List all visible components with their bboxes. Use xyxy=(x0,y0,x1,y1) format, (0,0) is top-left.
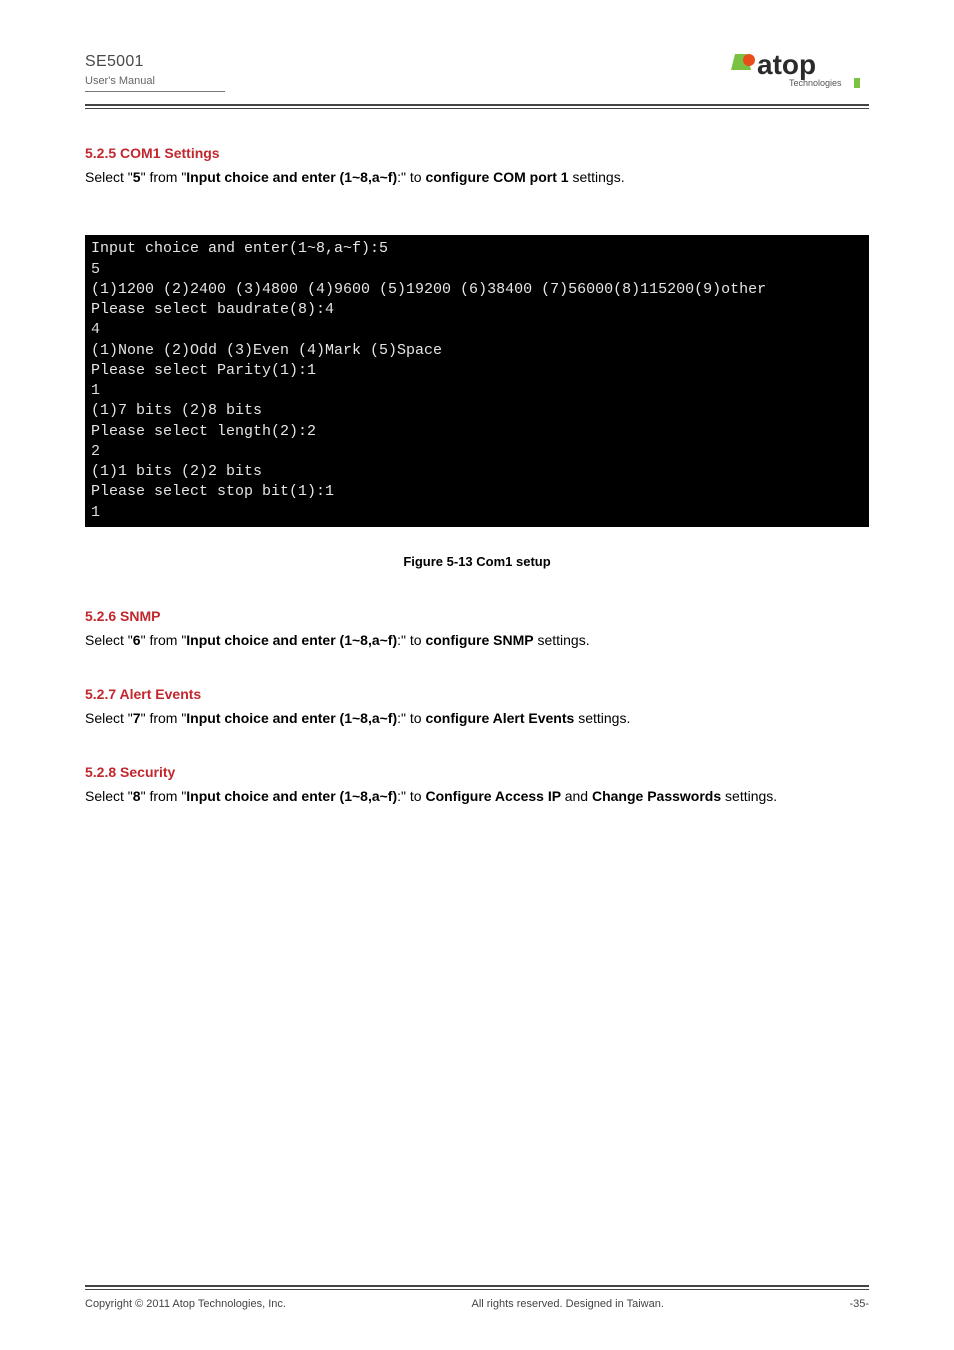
header-rule xyxy=(85,104,869,109)
product-name: SE5001 xyxy=(85,53,225,71)
term-line: Please select length(2):2 xyxy=(91,423,316,440)
prompt-text: Input choice and enter (1~8,a~f) xyxy=(186,788,397,804)
text-fragment: Select " xyxy=(85,169,133,185)
page-container: SE5001 User's Manual atop Technologies 5… xyxy=(0,0,954,1350)
action-text: configure COM port 1 xyxy=(425,169,568,185)
svg-text:atop: atop xyxy=(757,50,816,80)
prompt-text: Input choice and enter (1~8,a~f) xyxy=(186,632,397,648)
term-line: 2 xyxy=(91,443,100,460)
term-line: (1)None (2)Odd (3)Even (4)Mark (5)Space xyxy=(91,342,442,359)
page-header: SE5001 User's Manual atop Technologies xyxy=(85,50,869,92)
term-line: Input choice and enter(1~8,a~f):5 xyxy=(91,240,388,257)
section-heading: 5.2.6 SNMP xyxy=(85,608,869,624)
text-fragment: " from " xyxy=(141,710,187,726)
text-fragment: settings. xyxy=(574,710,630,726)
term-line: Please select stop bit(1):1 xyxy=(91,483,334,500)
copyright-text: Copyright © 2011 Atop Technologies, Inc. xyxy=(85,1298,286,1310)
text-fragment: " from " xyxy=(141,169,187,185)
term-line: (1)7 bits (2)8 bits xyxy=(91,402,262,419)
section-heading: 5.2.5 COM1 Settings xyxy=(85,145,869,161)
action-text: configure Alert Events xyxy=(425,710,574,726)
body-text: Select "6" from "Input choice and enter … xyxy=(85,630,869,650)
text-fragment: :" to xyxy=(397,169,425,185)
text-fragment: :" to xyxy=(397,788,425,804)
action-text: configure SNMP xyxy=(425,632,533,648)
page-footer: Copyright © 2011 Atop Technologies, Inc.… xyxy=(85,1285,869,1310)
text-fragment: settings. xyxy=(721,788,777,804)
page-number: -35- xyxy=(849,1298,869,1310)
text-fragment: and xyxy=(565,788,592,804)
footer-row: Copyright © 2011 Atop Technologies, Inc.… xyxy=(85,1298,869,1310)
manual-label: User's Manual xyxy=(85,75,225,87)
text-fragment: settings. xyxy=(569,169,625,185)
option-number: 5 xyxy=(133,169,141,185)
term-line: Please select baudrate(8):4 xyxy=(91,301,334,318)
text-fragment: :" to xyxy=(397,710,425,726)
terminal-output: Input choice and enter(1~8,a~f):5 5 (1)1… xyxy=(85,235,869,527)
body-text: Select "5" from "Input choice and enter … xyxy=(85,167,869,187)
atop-logo-icon: atop Technologies xyxy=(729,50,869,92)
text-fragment: Select " xyxy=(85,710,133,726)
term-line: Please select Parity(1):1 xyxy=(91,362,316,379)
section-heading: 5.2.8 Security xyxy=(85,764,869,780)
body-text: Select "7" from "Input choice and enter … xyxy=(85,708,869,728)
brand-logo: atop Technologies xyxy=(729,50,869,92)
section-heading: 5.2.7 Alert Events xyxy=(85,686,869,702)
svg-text:Technologies: Technologies xyxy=(789,78,842,88)
action-text: Configure Access IP xyxy=(425,788,564,804)
header-left-block: SE5001 User's Manual xyxy=(85,53,225,92)
text-fragment: settings. xyxy=(534,632,590,648)
term-line: 1 xyxy=(91,382,100,399)
footer-rule xyxy=(85,1285,869,1290)
text-fragment: " from " xyxy=(141,788,187,804)
term-line: 4 xyxy=(91,321,100,338)
action-text: Change Passwords xyxy=(592,788,721,804)
section-security: 5.2.8 Security Select "8" from "Input ch… xyxy=(85,758,869,806)
section-com1: 5.2.5 COM1 Settings Select "5" from "Inp… xyxy=(85,139,869,187)
option-number: 8 xyxy=(133,788,141,804)
term-line: 1 xyxy=(91,504,100,521)
section-alert: 5.2.7 Alert Events Select "7" from "Inpu… xyxy=(85,680,869,728)
term-line: (1)1200 (2)2400 (3)4800 (4)9600 (5)19200… xyxy=(91,281,766,298)
text-fragment: " from " xyxy=(141,632,187,648)
option-number: 6 xyxy=(133,632,141,648)
figure-caption: Figure 5-13 Com1 setup xyxy=(85,553,869,572)
text-fragment: Select " xyxy=(85,788,133,804)
section-snmp: 5.2.6 SNMP Select "6" from "Input choice… xyxy=(85,602,869,650)
term-line: 5 xyxy=(91,261,100,278)
header-underline xyxy=(85,91,225,92)
text-fragment: :" to xyxy=(397,632,425,648)
term-line: (1)1 bits (2)2 bits xyxy=(91,463,262,480)
option-number: 7 xyxy=(133,710,141,726)
text-fragment: Select " xyxy=(85,632,133,648)
rights-text: All rights reserved. Designed in Taiwan. xyxy=(286,1298,849,1310)
prompt-text: Input choice and enter (1~8,a~f) xyxy=(186,710,397,726)
prompt-text: Input choice and enter (1~8,a~f) xyxy=(186,169,397,185)
body-text: Select "8" from "Input choice and enter … xyxy=(85,786,869,806)
